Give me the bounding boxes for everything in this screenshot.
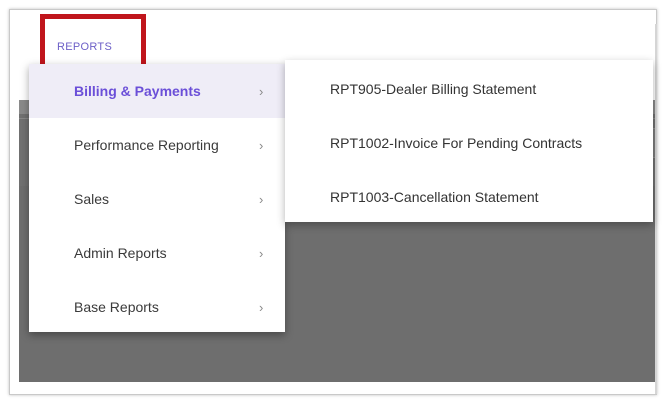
chevron-right-icon: › [259,83,264,99]
menu-item-admin-reports[interactable]: Admin Reports › [29,226,285,280]
chevron-right-icon: › [259,191,264,207]
submenu-item-label: RPT905-Dealer Billing Statement [330,81,537,97]
menu-item-base-reports[interactable]: Base Reports › [29,280,285,334]
reports-dropdown-menu: Billing & Payments › Performance Reporti… [29,64,285,332]
chevron-right-icon: › [259,137,264,153]
submenu-item-rpt905[interactable]: RPT905-Dealer Billing Statement [285,62,653,116]
submenu-item-rpt1003[interactable]: RPT1003-Cancellation Statement [285,170,653,224]
billing-payments-submenu: RPT905-Dealer Billing Statement RPT1002-… [285,60,653,222]
menu-item-label: Base Reports [74,299,159,315]
chevron-right-icon: › [259,245,264,261]
submenu-item-label: RPT1003-Cancellation Statement [330,189,539,205]
menu-item-label: Billing & Payments [74,83,201,99]
menu-item-label: Admin Reports [74,245,167,261]
window-edge [655,24,657,394]
menu-item-sales[interactable]: Sales › [29,172,285,226]
menu-item-performance-reporting[interactable]: Performance Reporting › [29,118,285,172]
menu-item-label: Performance Reporting [74,137,219,153]
submenu-item-rpt1002[interactable]: RPT1002-Invoice For Pending Contracts [285,116,653,170]
menu-item-label: Sales [74,191,110,207]
chevron-right-icon: › [259,299,264,315]
menu-item-billing-payments[interactable]: Billing & Payments › [29,64,285,118]
submenu-item-label: RPT1002-Invoice For Pending Contracts [330,135,583,151]
